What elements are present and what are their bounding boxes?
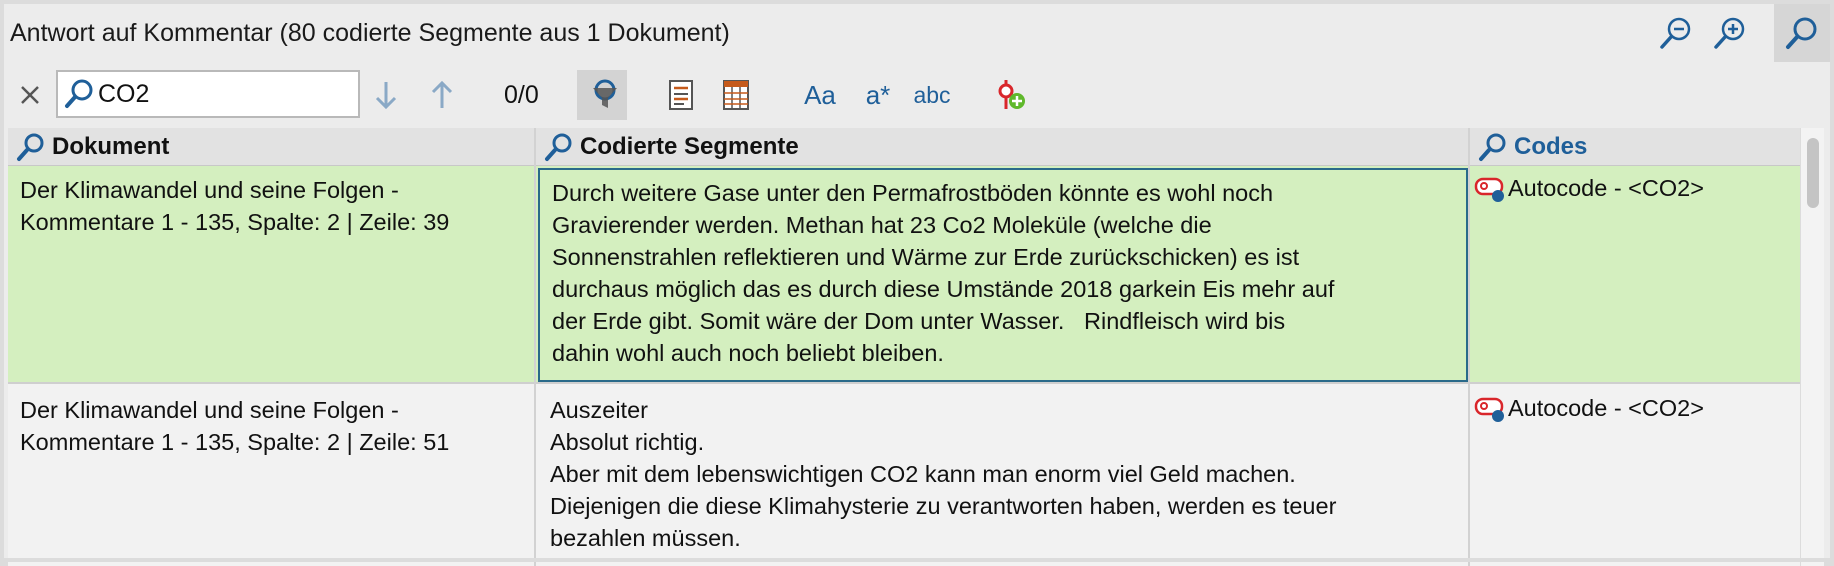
segment-text-line: durchaus möglich das es durch diese Umst… — [552, 276, 1335, 302]
search-input[interactable] — [98, 79, 338, 109]
table-row[interactable]: Der Klimawandel und seine Folgen - Komme… — [8, 386, 1808, 566]
column-header-dokument[interactable]: Dokument — [16, 128, 169, 166]
column-label: Codierte Segmente — [580, 133, 799, 160]
next-match-icon[interactable] — [368, 66, 404, 124]
close-search-icon[interactable] — [10, 66, 50, 124]
search-toggle-icon[interactable] — [1774, 4, 1830, 62]
document-view-icon[interactable] — [664, 66, 700, 124]
column-search-icon[interactable] — [16, 132, 46, 162]
regex-button[interactable]: a* — [860, 66, 896, 124]
whole-word-button[interactable]: abc — [910, 66, 954, 124]
column-label: Codes — [1514, 133, 1588, 160]
title-bar: Antwort auf Kommentar (80 codierte Segme… — [4, 4, 1830, 62]
autocode-icon[interactable] — [988, 66, 1032, 124]
code-tag-icon — [1474, 176, 1506, 204]
document-location: Kommentare 1 - 135, Spalte: 2 | Zeile: 5… — [20, 429, 450, 455]
zoom-in-icon[interactable] — [1710, 13, 1750, 53]
segments-table: Dokument Codierte Segmente Codes Der Kli… — [8, 128, 1808, 566]
document-name: Der Klimawandel und seine Folgen - — [20, 397, 399, 423]
column-divider[interactable] — [534, 128, 536, 566]
retrieved-segments-window: Antwort auf Kommentar (80 codierte Segme… — [0, 0, 1834, 566]
segment-text-line: Absolut richtig. — [550, 429, 705, 455]
segment-text-line: Durch weitere Gase unter den Permafrostb… — [552, 180, 1274, 206]
code-label: Autocode - <CO2> — [1508, 175, 1704, 201]
codes-cell[interactable]: Autocode - <CO2> — [1474, 386, 1804, 424]
filter-search-icon[interactable] — [577, 70, 627, 120]
table-view-icon[interactable] — [718, 66, 754, 124]
segment-text-line: Aber mit dem lebenswichtigen CO2 kann ma… — [550, 461, 1296, 487]
document-cell[interactable]: Der Klimawandel und seine Folgen - Komme… — [20, 166, 530, 238]
document-cell[interactable]: Der Klimawandel und seine Folgen - Komme… — [20, 386, 530, 458]
title-icons — [1642, 4, 1830, 62]
column-search-icon[interactable] — [1478, 132, 1508, 162]
segment-text-line: Gravierender werden. Methan hat 23 Co2 M… — [552, 212, 1212, 238]
search-icon — [64, 78, 94, 110]
vertical-scrollbar[interactable] — [1800, 128, 1824, 566]
window-title: Antwort auf Kommentar (80 codierte Segme… — [10, 18, 730, 47]
segment-text-line: Auszeiter — [550, 397, 648, 423]
column-divider[interactable] — [1468, 128, 1470, 566]
segment-cell[interactable]: Durch weitere Gase unter den Permafrostb… — [538, 168, 1468, 382]
search-field[interactable] — [56, 70, 360, 118]
column-header-codierte-segmente[interactable]: Codierte Segmente — [544, 128, 799, 166]
document-name: Der Klimawandel und seine Folgen - — [20, 177, 399, 203]
column-search-icon[interactable] — [544, 132, 574, 162]
table-row[interactable]: Der Klimawandel und seine Folgen - Komme… — [8, 166, 1808, 384]
segment-text-line: Sonnenstrahlen reflektieren und Wärme zu… — [552, 244, 1300, 270]
segment-cell[interactable]: Auszeiter Absolut richtig. Aber mit dem … — [538, 386, 1468, 561]
previous-match-icon[interactable] — [424, 66, 460, 124]
match-case-button[interactable]: Aa — [800, 66, 840, 124]
segment-text-line: der Erde gibt. Somit wäre der Dom unter … — [552, 308, 1286, 334]
column-label: Dokument — [52, 133, 170, 160]
segment-text-line: dahin wohl auch noch beliebt bleiben. — [552, 340, 944, 366]
search-toolbar: 0/0 Aa a* abc — [4, 66, 1830, 124]
match-counter: 0/0 — [504, 81, 539, 109]
scrollbar-thumb[interactable] — [1807, 138, 1819, 208]
codes-cell[interactable]: Autocode - <CO2> — [1474, 166, 1804, 204]
document-location: Kommentare 1 - 135, Spalte: 2 | Zeile: 3… — [20, 209, 450, 235]
bottom-border — [4, 558, 1830, 562]
table-header: Dokument Codierte Segmente Codes — [8, 128, 1808, 166]
zoom-out-icon[interactable] — [1656, 13, 1696, 53]
code-label: Autocode - <CO2> — [1508, 395, 1704, 421]
segment-text-line: Diejenigen die diese Klimahysterie zu ve… — [550, 493, 1337, 519]
column-header-codes[interactable]: Codes — [1478, 128, 1587, 166]
code-tag-icon — [1474, 396, 1506, 424]
segment-text-line: bezahlen müssen. — [550, 525, 741, 551]
